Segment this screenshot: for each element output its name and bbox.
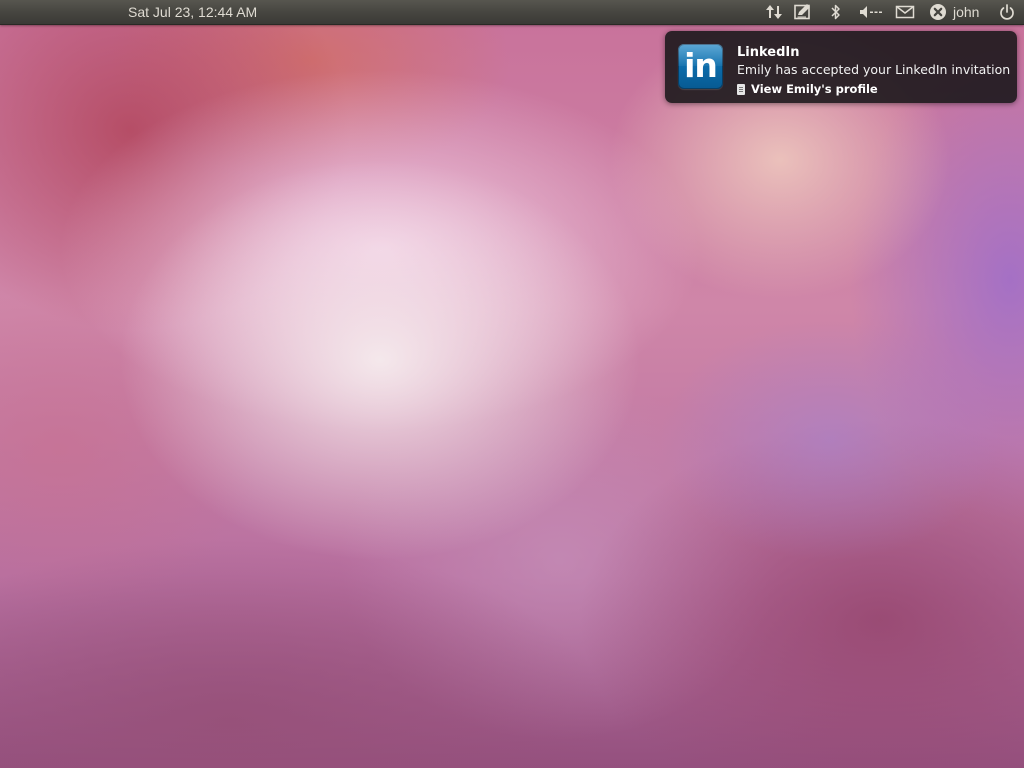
network-indicator[interactable] bbox=[762, 2, 786, 22]
clock[interactable]: Sat Jul 23, 12:44 AM bbox=[128, 3, 257, 21]
messaging-compose-icon bbox=[794, 4, 810, 20]
network-updown-icon bbox=[766, 5, 782, 19]
session-menu[interactable] bbox=[997, 2, 1017, 22]
linkedin-icon: in bbox=[678, 44, 723, 89]
bluetooth-icon bbox=[831, 4, 840, 20]
notification-body: Emily has accepted your LinkedIn invitat… bbox=[737, 62, 1011, 77]
envelope-icon bbox=[895, 5, 915, 19]
mail-indicator[interactable] bbox=[894, 2, 916, 22]
notification-bubble: in LinkedIn Emily has accepted your Link… bbox=[665, 31, 1017, 103]
view-profile-action[interactable]: View Emily's profile bbox=[737, 81, 878, 97]
sound-volume-icon bbox=[860, 6, 882, 18]
document-icon bbox=[737, 83, 745, 95]
linkedin-icon-text: in bbox=[684, 46, 718, 85]
top-panel: Sat Jul 23, 12:44 AM john bbox=[0, 0, 1024, 25]
user-name: john bbox=[953, 4, 980, 20]
notification-title: LinkedIn bbox=[737, 45, 800, 60]
bluetooth-indicator[interactable] bbox=[828, 2, 844, 22]
sound-indicator[interactable] bbox=[857, 2, 885, 22]
user-status-menu[interactable]: john bbox=[929, 2, 989, 22]
messaging-indicator[interactable] bbox=[792, 2, 814, 22]
view-profile-label: View Emily's profile bbox=[751, 82, 878, 96]
desktop-wallpaper bbox=[0, 0, 1024, 768]
power-icon bbox=[1000, 4, 1014, 20]
user-offline-x-icon bbox=[930, 4, 946, 20]
